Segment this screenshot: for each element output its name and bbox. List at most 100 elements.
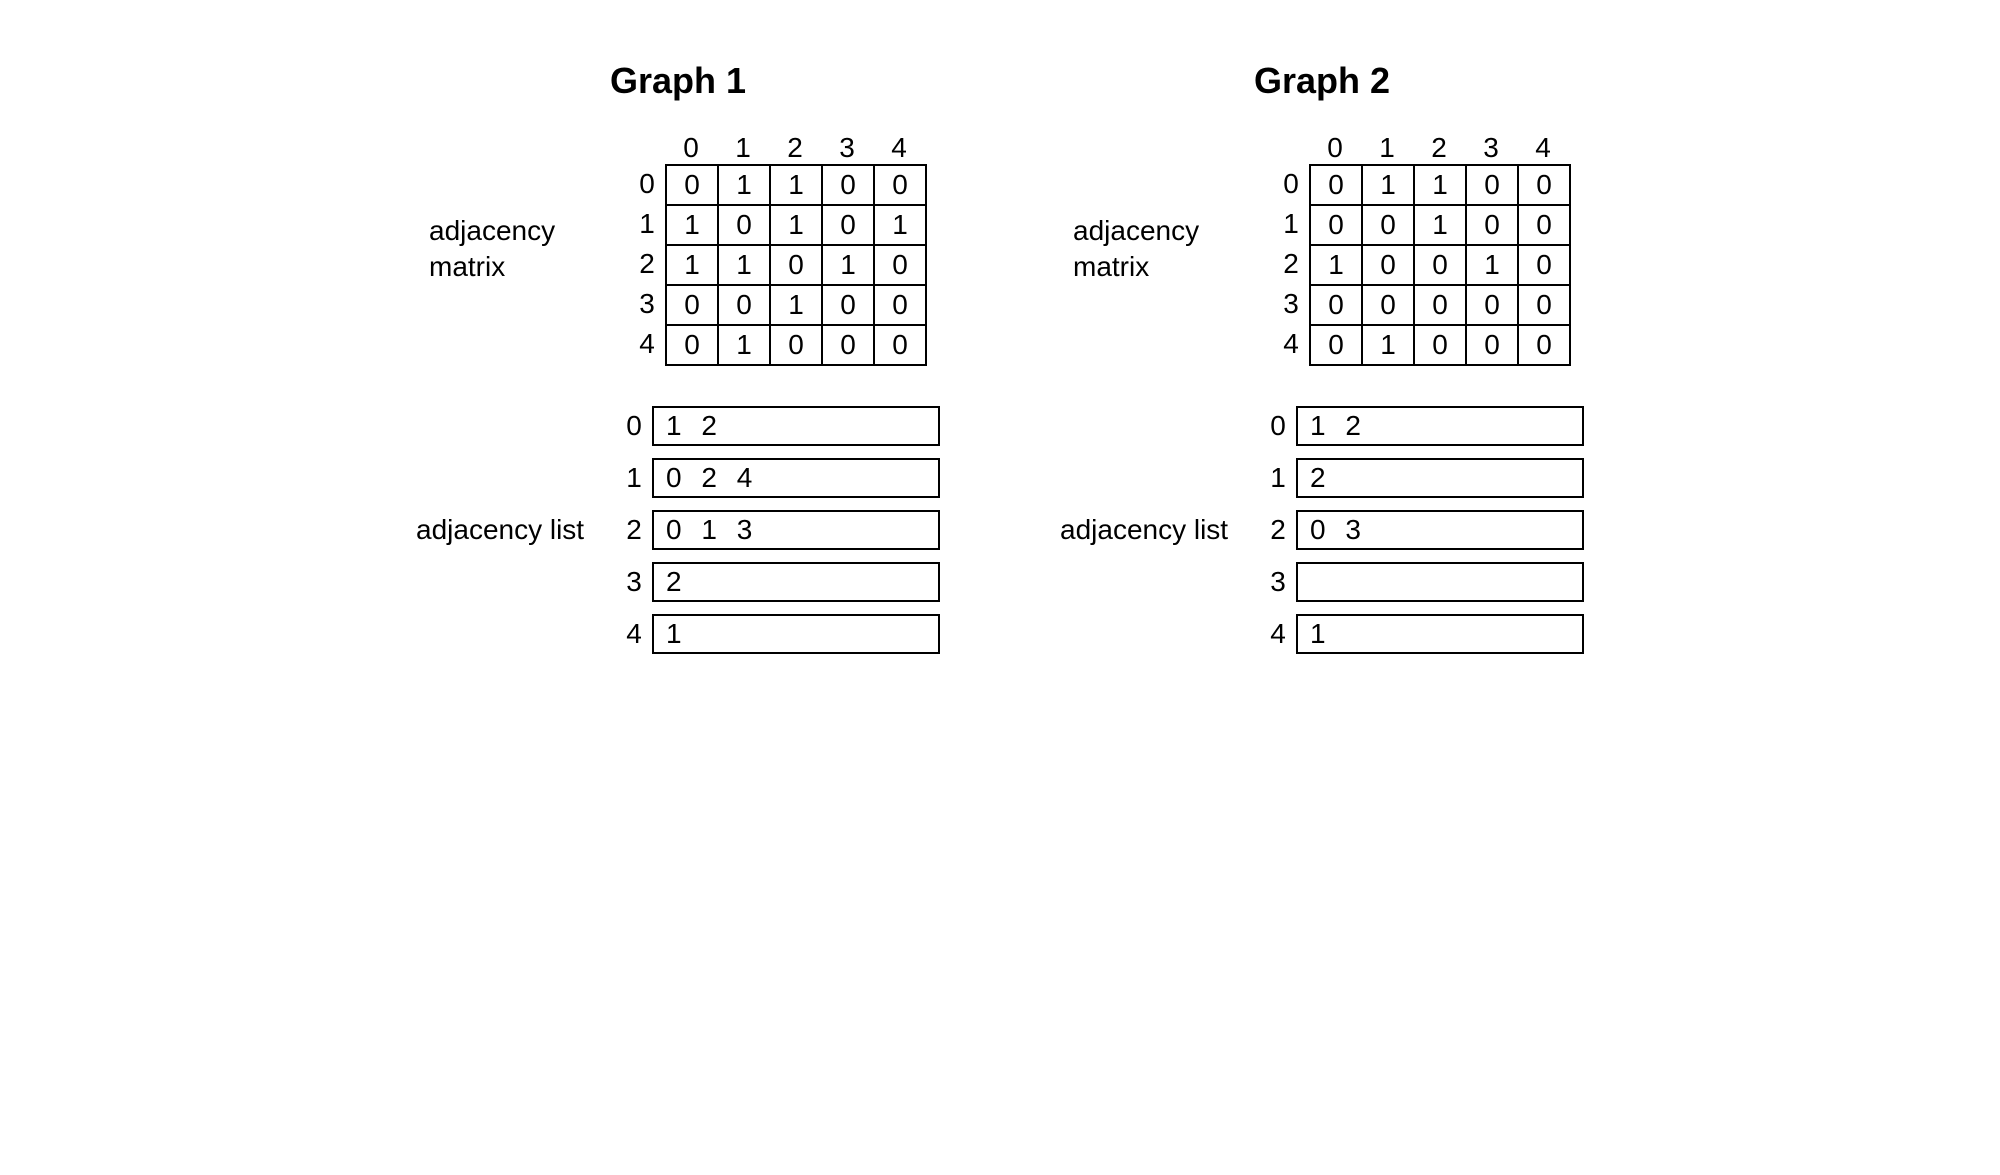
matrix-cell: 1 xyxy=(719,166,771,204)
matrix-cell: 0 xyxy=(1519,326,1569,364)
matrix-cell: 1 xyxy=(1467,246,1519,284)
matrix-cell: 0 xyxy=(771,326,823,364)
matrix-cell: 1 xyxy=(875,206,925,244)
row-header: 1 xyxy=(629,204,665,244)
list-values: 0 3 xyxy=(1296,510,1584,550)
adjacency-list: 0 1 2 1 0 2 4 2 0 1 3 3 2 4 1 xyxy=(616,406,940,654)
graph-1-column: Graph 1 adjacency matrix 0 1 2 3 4 0 1 2… xyxy=(416,60,940,694)
matrix-cell: 0 xyxy=(719,206,771,244)
matrix-cell: 0 xyxy=(1467,206,1519,244)
list-values: 2 xyxy=(1296,458,1584,498)
list-item: 3 xyxy=(1260,562,1584,602)
list-item: 4 1 xyxy=(1260,614,1584,654)
matrix-cell: 0 xyxy=(1363,246,1415,284)
matrix-cell: 0 xyxy=(1467,286,1519,324)
matrix-cell: 0 xyxy=(1467,326,1519,364)
matrix-cell: 0 xyxy=(1363,286,1415,324)
list-item: 2 0 3 xyxy=(1260,510,1584,550)
matrix-cell: 0 xyxy=(1311,166,1363,204)
col-header: 2 xyxy=(1413,132,1465,164)
row-header: 3 xyxy=(1273,284,1309,324)
matrix-cell: 1 xyxy=(823,246,875,284)
graph-1-matrix-section: adjacency matrix 0 1 2 3 4 0 1 2 3 4 xyxy=(429,132,927,366)
list-values: 1 xyxy=(1296,614,1584,654)
adjacency-list: 0 1 2 1 2 2 0 3 3 4 1 xyxy=(1260,406,1584,654)
adjacency-matrix-label: adjacency matrix xyxy=(429,213,609,286)
matrix-row-headers: 0 1 2 3 4 xyxy=(1273,164,1309,366)
list-index: 4 xyxy=(1260,618,1296,650)
matrix-col-headers: 0 1 2 3 4 xyxy=(665,132,927,164)
row-header: 0 xyxy=(629,164,665,204)
matrix-row: 1 1 0 1 0 xyxy=(667,246,925,286)
list-index: 1 xyxy=(1260,462,1296,494)
matrix-cell: 0 xyxy=(1415,246,1467,284)
list-item: 2 0 1 3 xyxy=(616,510,940,550)
matrix-row-headers: 0 1 2 3 4 xyxy=(629,164,665,366)
matrix-cell: 0 xyxy=(823,166,875,204)
col-header: 4 xyxy=(1517,132,1569,164)
list-item: 1 2 xyxy=(1260,458,1584,498)
row-header: 3 xyxy=(629,284,665,324)
matrix-cell: 1 xyxy=(771,206,823,244)
graph-1-list-section: adjacency list 0 1 2 1 0 2 4 2 0 1 3 3 2… xyxy=(416,406,940,654)
list-values: 2 xyxy=(652,562,940,602)
graph-1-title: Graph 1 xyxy=(610,60,746,102)
matrix-cell: 0 xyxy=(1363,206,1415,244)
matrix-cell: 1 xyxy=(1415,206,1467,244)
matrix-cell: 0 xyxy=(875,286,925,324)
list-item: 4 1 xyxy=(616,614,940,654)
col-header: 4 xyxy=(873,132,925,164)
col-header: 0 xyxy=(1309,132,1361,164)
matrix-cell: 0 xyxy=(1519,206,1569,244)
list-values: 0 1 3 xyxy=(652,510,940,550)
adjacency-matrix-label: adjacency matrix xyxy=(1073,213,1253,286)
matrix-cell: 0 xyxy=(1519,286,1569,324)
col-header: 0 xyxy=(665,132,717,164)
list-index: 0 xyxy=(1260,410,1296,442)
matrix-cell: 1 xyxy=(1311,246,1363,284)
graph-2-column: Graph 2 adjacency matrix 0 1 2 3 4 0 1 2… xyxy=(1060,60,1584,694)
list-item: 3 2 xyxy=(616,562,940,602)
matrix-cell: 1 xyxy=(719,326,771,364)
col-header: 3 xyxy=(821,132,873,164)
list-item: 1 0 2 4 xyxy=(616,458,940,498)
matrix-cell: 0 xyxy=(1311,326,1363,364)
list-index: 3 xyxy=(1260,566,1296,598)
list-index: 3 xyxy=(616,566,652,598)
matrix-cell: 0 xyxy=(823,326,875,364)
list-index: 2 xyxy=(1260,514,1296,546)
adjacency-list-label: adjacency list xyxy=(416,512,596,548)
matrix-cell: 1 xyxy=(1363,326,1415,364)
matrix-cell: 1 xyxy=(1363,166,1415,204)
matrix-cell: 0 xyxy=(1311,286,1363,324)
list-index: 1 xyxy=(616,462,652,494)
matrix-cell: 0 xyxy=(1519,166,1569,204)
matrix-cell: 0 xyxy=(1415,286,1467,324)
matrix-cell: 0 xyxy=(1311,206,1363,244)
matrix-row: 0 0 0 0 0 xyxy=(1311,286,1569,326)
matrix-cell: 1 xyxy=(1415,166,1467,204)
matrix-cell: 0 xyxy=(667,286,719,324)
matrix-cell: 0 xyxy=(719,286,771,324)
list-values: 1 2 xyxy=(652,406,940,446)
matrix-row: 0 0 1 0 0 xyxy=(667,286,925,326)
row-header: 2 xyxy=(629,244,665,284)
matrix-cell: 1 xyxy=(719,246,771,284)
matrix-cell: 0 xyxy=(823,206,875,244)
col-header: 3 xyxy=(1465,132,1517,164)
list-item: 0 1 2 xyxy=(616,406,940,446)
matrix-cell: 0 xyxy=(1415,326,1467,364)
graph-2-title: Graph 2 xyxy=(1254,60,1390,102)
matrix-row: 0 1 0 0 0 xyxy=(1311,326,1569,364)
row-header: 1 xyxy=(1273,204,1309,244)
adjacency-matrix: 0 1 1 0 0 1 0 1 0 1 1 1 xyxy=(665,164,927,366)
matrix-cell: 0 xyxy=(1519,246,1569,284)
list-values xyxy=(1296,562,1584,602)
matrix-cell: 0 xyxy=(771,246,823,284)
matrix-cell: 0 xyxy=(667,326,719,364)
matrix-cell: 0 xyxy=(823,286,875,324)
matrix-row: 0 1 0 0 0 xyxy=(667,326,925,364)
matrix-cell: 1 xyxy=(771,286,823,324)
adjacency-list-label: adjacency list xyxy=(1060,512,1240,548)
graph-2-matrix-section: adjacency matrix 0 1 2 3 4 0 1 2 3 4 xyxy=(1073,132,1571,366)
